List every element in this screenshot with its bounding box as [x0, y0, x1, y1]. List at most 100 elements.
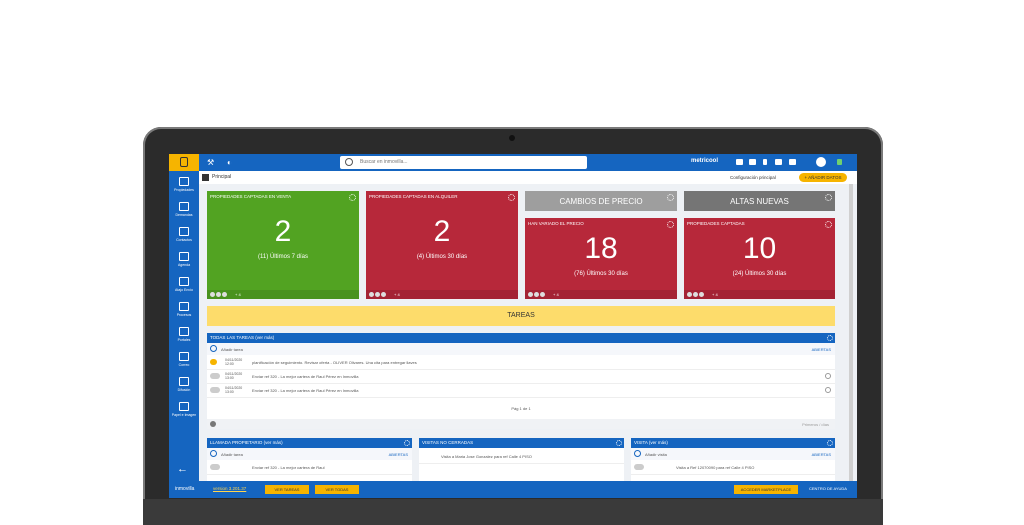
task-row[interactable]: 04/11/2020 12:00 planificación de seguim… — [207, 356, 835, 370]
filter-abiertas[interactable]: ABIERTAS — [812, 452, 831, 457]
gear-icon[interactable] — [827, 335, 833, 341]
card-number: 2 — [274, 215, 292, 248]
avatar — [369, 292, 374, 297]
add-icon[interactable] — [210, 345, 217, 352]
gear-icon[interactable] — [508, 194, 515, 201]
panel-header[interactable]: VISITA (ver más) — [631, 438, 835, 448]
gear-icon[interactable] — [827, 440, 833, 446]
task-text: Enviar ref 320 - La mejor cartera de Rau… — [252, 388, 359, 393]
avatar-count: + 4 — [394, 292, 400, 297]
card-number: 2 — [433, 215, 451, 248]
task-toggle[interactable] — [210, 464, 220, 470]
cart-icon[interactable] — [736, 159, 743, 165]
ver-tareas-button[interactable]: VER TAREAS — [265, 485, 309, 494]
dashboard-selector[interactable]: Principal — [212, 174, 231, 180]
sidebar-item-portales[interactable]: Portales — [169, 325, 199, 347]
gear-icon[interactable] — [616, 440, 622, 446]
task-action-icon[interactable] — [825, 387, 831, 393]
gear-icon[interactable] — [349, 194, 356, 201]
add-data-button[interactable]: + AÑADIR DATOS — [799, 173, 847, 182]
card-venta[interactable]: PROPIEDADES CAPTADAS EN VENTA 2 (11) Últ… — [207, 191, 359, 299]
sidebar-item-demandas[interactable]: Demandas — [169, 200, 199, 222]
avatar — [534, 292, 539, 297]
tareas-bar[interactable]: TAREAS — [207, 306, 835, 326]
task-text: Enviar ref 320 - La mejor cartera de Rau… — [252, 465, 325, 470]
task-date: 04/11/2020 13:00 — [225, 372, 243, 380]
phone-icon[interactable] — [775, 159, 782, 165]
add-task-label[interactable]: Añadir tarea — [221, 347, 243, 352]
config-selector[interactable]: Configuración principal — [730, 175, 776, 180]
llamada-panel: LLAMADA PROPIETARIO (ver más) Añadir tar… — [207, 438, 412, 481]
people-icon — [179, 202, 189, 211]
visit-text: Visita a Maria Jose Gonzalez para ref Ca… — [441, 454, 532, 459]
task-toggle[interactable] — [210, 373, 220, 379]
add-visit-label[interactable]: Añadir visita — [645, 452, 667, 457]
filter-abiertas[interactable]: ABIERTAS — [812, 347, 831, 352]
gear-icon[interactable] — [404, 440, 410, 446]
filter-abiertas[interactable]: ABIERTAS — [389, 452, 408, 457]
card-cambios[interactable]: HAN VARIADO EL PRECIO 18 (76) Últimos 30… — [525, 218, 677, 299]
brand-label[interactable]: metricool — [691, 158, 718, 164]
grid-icon[interactable] — [202, 174, 209, 181]
task-toggle[interactable] — [634, 464, 644, 470]
collapse-arrow-icon[interactable]: ← — [177, 463, 188, 475]
add-task-label[interactable]: Añadir tarea — [221, 452, 243, 457]
ver-todas-button[interactable]: VER TODAS — [315, 485, 359, 494]
card-altas[interactable]: PROPIEDADES CAPTADAS 10 (24) Últimos 30 … — [684, 218, 835, 299]
user-avatar[interactable] — [816, 157, 826, 167]
panel-header[interactable]: LLAMADA PROPIETARIO (ver más) — [207, 438, 412, 448]
users-icon[interactable] — [749, 159, 756, 165]
help-center-link[interactable]: CENTRO DE AYUDA — [809, 486, 847, 491]
card-subtitle: (76) Últimos 30 días — [574, 271, 628, 277]
brand-logo[interactable]: inmovilla — [175, 486, 194, 492]
visit-row[interactable]: Visita a Ref 12070090 para ref Calle 4 P… — [631, 461, 835, 475]
sidebar-item-label: Papel e Imagen — [171, 413, 197, 417]
status-icon[interactable] — [837, 159, 842, 165]
home-logo[interactable] — [169, 154, 199, 171]
sidebar-item-label: Procesos — [176, 313, 192, 317]
gear-icon[interactable] — [825, 194, 832, 201]
card-footer: + 4 — [525, 290, 677, 299]
footer-text: Primeros / días — [802, 422, 829, 427]
sidebar-item-contactos[interactable]: Contactos — [169, 225, 199, 247]
sidebar-item-atajo[interactable]: Atajo Envío — [169, 275, 199, 297]
version-link[interactable]: version 3.201.37 — [213, 486, 246, 491]
task-row[interactable]: 04/11/2020 13:00 Enviar ref 320 - La mej… — [207, 384, 835, 398]
gear-icon[interactable] — [667, 194, 674, 201]
calendar-icon — [179, 252, 189, 261]
card-subtitle: (24) Últimos 30 días — [732, 271, 787, 277]
gear-icon[interactable] — [825, 221, 832, 228]
gear-icon[interactable] — [667, 221, 674, 228]
sidebar-item-papel[interactable]: Papel e Imagen — [169, 400, 199, 422]
add-icon[interactable] — [634, 450, 641, 457]
sidebar-item-difusion[interactable]: Difusión — [169, 375, 199, 397]
panel-header[interactable]: TODAS LAS TAREAS (ver más) — [207, 333, 835, 343]
search-input[interactable]: Buscar en inmovilla... — [360, 159, 408, 165]
task-toggle[interactable] — [210, 387, 220, 393]
mail-icon[interactable] — [789, 159, 796, 165]
pagination[interactable]: Pág 1 de 1 — [207, 406, 835, 411]
task-row[interactable]: 04/11/2020 13:00 Enviar ref 320 - La mej… — [207, 370, 835, 384]
visit-row[interactable]: Visita a Maria Jose Gonzalez para ref Ca… — [419, 450, 624, 464]
mic-icon[interactable] — [763, 159, 767, 165]
card-alquiler[interactable]: PROPIEDADES CAPTADAS EN ALQUILER 2 (4) Ú… — [366, 191, 518, 299]
sidebar-item-procesos[interactable]: Procesos — [169, 300, 199, 322]
avatar-count: + 4 — [712, 292, 718, 297]
avatar — [693, 292, 698, 297]
search-bar[interactable]: Buscar en inmovilla... — [340, 156, 587, 169]
avatar — [216, 292, 221, 297]
task-row[interactable]: Enviar ref 320 - La mejor cartera de Rau… — [207, 461, 412, 475]
sidebar-item-agenda[interactable]: Agenda — [169, 250, 199, 272]
toggle-icon[interactable]: ◐ — [227, 158, 232, 167]
card-footer: + 4 — [366, 290, 518, 299]
laptop-bezel — [143, 499, 883, 525]
sidebar-item-propiedades[interactable]: Propiedades — [169, 175, 199, 197]
scrollbar[interactable] — [849, 184, 853, 481]
marketplace-button[interactable]: ACCEDER MARKETPLACE — [734, 485, 798, 494]
app-screen: ⚒ ◐ Buscar en inmovilla... metricool Pro… — [169, 154, 857, 498]
panel-header[interactable]: VISITAS NO CERRADAS — [419, 438, 624, 448]
add-icon[interactable] — [210, 450, 217, 457]
task-action-icon[interactable] — [825, 373, 831, 379]
sidebar-item-correo[interactable]: Correo — [169, 350, 199, 372]
wrench-icon[interactable]: ⚒ — [207, 158, 214, 167]
